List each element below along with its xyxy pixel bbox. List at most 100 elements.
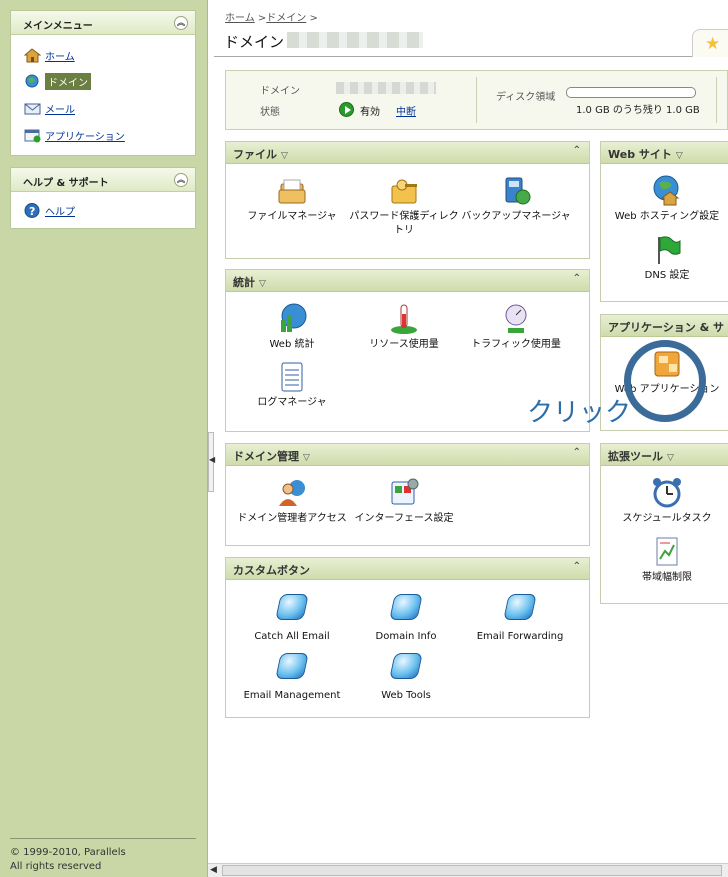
panel-title: ファイル bbox=[233, 148, 277, 161]
copyright: © 1999-2010, Parallels All rights reserv… bbox=[10, 838, 196, 874]
breadcrumb-sep: > bbox=[309, 13, 318, 24]
tool-scheduled-tasks[interactable]: スケジュールタスク bbox=[609, 476, 725, 526]
sidebar-item-label[interactable]: メール bbox=[45, 101, 75, 116]
status-value: 有効 bbox=[360, 107, 380, 118]
chevron-down-icon[interactable]: ▽ bbox=[281, 151, 288, 161]
custom-buttons-panel-header: カスタムボタン ⌃ bbox=[226, 558, 589, 580]
favorites-tab[interactable]: ★ bbox=[692, 29, 728, 57]
tool-web-tools[interactable]: Web Tools bbox=[348, 649, 464, 703]
log-icon bbox=[275, 360, 309, 394]
tool-password-protected-dirs[interactable]: パスワード保護ディレクトリ bbox=[346, 174, 462, 238]
chevron-down-icon[interactable]: ▽ bbox=[676, 151, 683, 161]
help-icon: ? bbox=[24, 202, 41, 218]
suspend-link[interactable]: 中断 bbox=[396, 103, 416, 118]
divider bbox=[476, 77, 477, 123]
horizontal-scrollbar[interactable]: ◀ bbox=[208, 863, 728, 877]
tool-label: Web Tools bbox=[381, 690, 431, 701]
svg-text:?: ? bbox=[29, 205, 35, 218]
main-menu-box: メインメニュー ︽ ホーム ドメイン メール アプリケーション bbox=[10, 10, 196, 156]
tool-resource-usage[interactable]: リソース使用量 bbox=[346, 302, 462, 352]
tool-label: パスワード保護ディレクトリ bbox=[349, 211, 459, 236]
tool-interface-settings[interactable]: インターフェース設定 bbox=[346, 476, 462, 526]
panel-title: Web サイト bbox=[608, 148, 672, 161]
tool-catch-all-email[interactable]: Catch All Email bbox=[234, 590, 350, 644]
backup-icon bbox=[499, 174, 533, 208]
tool-label: 帯域幅制限 bbox=[642, 572, 692, 583]
tool-label: ファイルマネージャ bbox=[247, 211, 337, 222]
collapse-arrow-icon: ◀ bbox=[209, 455, 216, 464]
collapse-icon[interactable]: ︽ bbox=[174, 16, 188, 30]
tool-domain-info[interactable]: Domain Info bbox=[348, 590, 464, 644]
file-manager-icon bbox=[275, 174, 309, 208]
tool-email-forwarding[interactable]: Email Forwarding bbox=[462, 590, 578, 644]
tool-web-stats[interactable]: Web 統計 bbox=[234, 302, 350, 352]
extension-tools-panel-header: 拡張ツール ▽ bbox=[601, 444, 728, 466]
files-panel-header: ファイル ▽ ⌃ bbox=[226, 142, 589, 164]
collapse-icon[interactable]: ︽ bbox=[174, 173, 188, 187]
chevron-down-icon[interactable]: ▽ bbox=[303, 453, 310, 463]
tool-file-manager[interactable]: ファイルマネージャ bbox=[234, 174, 350, 224]
collapse-icon[interactable]: ⌃ bbox=[573, 561, 581, 572]
chevron-down-icon[interactable]: ▽ bbox=[259, 279, 266, 289]
sidebar-item-label[interactable]: ドメイン bbox=[45, 72, 91, 90]
sidebar-item-application[interactable]: アプリケーション bbox=[24, 127, 125, 143]
bandwidth-icon bbox=[650, 535, 684, 569]
disk-label: ディスク領域 bbox=[496, 92, 556, 103]
sidebar-splitter[interactable]: ◀ bbox=[208, 432, 216, 492]
tool-email-management[interactable]: Email Management bbox=[234, 649, 350, 703]
tool-domain-admin-access[interactable]: ドメイン管理者アクセス bbox=[234, 476, 350, 526]
scroll-left-icon[interactable]: ◀ bbox=[210, 865, 217, 875]
sidebar-item-domain[interactable]: ドメイン bbox=[24, 72, 91, 90]
tool-log-manager[interactable]: ログマネージャ bbox=[234, 360, 350, 410]
chevron-down-icon[interactable]: ▽ bbox=[667, 453, 674, 463]
domain-info-panel: ドメイン 状態 有効 中断 ディスク領域 1.0 GB のうち残り 1.0 GB bbox=[225, 70, 728, 130]
page-title: ドメイン bbox=[224, 33, 285, 51]
status-active-icon bbox=[339, 102, 354, 117]
panel-title: 拡張ツール bbox=[608, 450, 663, 463]
website-panel-header: Web サイト ▽ bbox=[601, 142, 728, 164]
breadcrumb-domain[interactable]: ドメイン bbox=[266, 13, 306, 24]
status-label: 状態 bbox=[260, 107, 280, 118]
tool-label: ログマネージャ bbox=[257, 397, 327, 408]
sidebar-item-label[interactable]: ホーム bbox=[45, 48, 75, 63]
custom-button-icon bbox=[389, 594, 423, 628]
tool-label: ドメイン管理者アクセス bbox=[237, 513, 347, 524]
tool-bandwidth-limit[interactable]: 帯域幅制限 bbox=[609, 535, 725, 585]
tool-label: バックアップマネージャ bbox=[461, 211, 571, 222]
tool-label: Email Management bbox=[243, 690, 341, 701]
sidebar-item-mail[interactable]: メール bbox=[24, 100, 75, 116]
sidebar-item-home[interactable]: ホーム bbox=[23, 47, 75, 63]
disk-usage-bar bbox=[566, 87, 696, 98]
tool-backup-manager[interactable]: バックアップマネージャ bbox=[458, 174, 574, 224]
collapse-icon[interactable]: ⌃ bbox=[573, 447, 581, 458]
tool-label: リソース使用量 bbox=[369, 339, 439, 350]
applications-panel-header: アプリケーション & サ bbox=[601, 315, 728, 337]
main-menu-header: メインメニュー ︽ bbox=[11, 11, 195, 35]
tool-web-hosting-settings[interactable]: Web ホスティング設定 bbox=[609, 174, 725, 224]
breadcrumb: ホーム >ドメイン > bbox=[225, 9, 318, 24]
sidebar-item-label[interactable]: ヘルプ bbox=[45, 203, 75, 218]
help-menu-title: ヘルプ & サポート bbox=[23, 178, 109, 189]
interface-settings-icon bbox=[387, 476, 421, 510]
collapse-icon[interactable]: ⌃ bbox=[573, 145, 581, 156]
redacted-domain-name bbox=[287, 32, 423, 48]
key-folder-icon bbox=[387, 174, 421, 208]
redacted-domain bbox=[336, 82, 436, 94]
title-bar: ドメイン ★ bbox=[214, 25, 728, 57]
tool-label: Email Forwarding bbox=[476, 631, 564, 642]
files-panel: ファイル ▽ ⌃ ファイルマネージャ パスワード保護ディレクトリ バックアップマネー… bbox=[225, 141, 590, 259]
scrollbar-thumb[interactable] bbox=[222, 865, 722, 876]
breadcrumb-home[interactable]: ホーム bbox=[225, 13, 255, 24]
traffic-icon bbox=[499, 302, 533, 336]
tool-label: DNS 設定 bbox=[644, 270, 690, 281]
sidebar-item-help[interactable]: ? ヘルプ bbox=[24, 202, 75, 218]
panel-title: カスタムボタン bbox=[233, 564, 310, 577]
tool-traffic-usage[interactable]: トラフィック使用量 bbox=[458, 302, 574, 352]
tool-label: スケジュールタスク bbox=[622, 513, 712, 524]
tool-label: トラフィック使用量 bbox=[471, 339, 561, 350]
collapse-icon[interactable]: ⌃ bbox=[573, 273, 581, 284]
domain-label: ドメイン bbox=[260, 86, 300, 97]
sidebar-item-label[interactable]: アプリケーション bbox=[45, 128, 125, 143]
tool-label: Domain Info bbox=[375, 631, 437, 642]
tool-dns-settings[interactable]: DNS 設定 bbox=[609, 233, 725, 283]
